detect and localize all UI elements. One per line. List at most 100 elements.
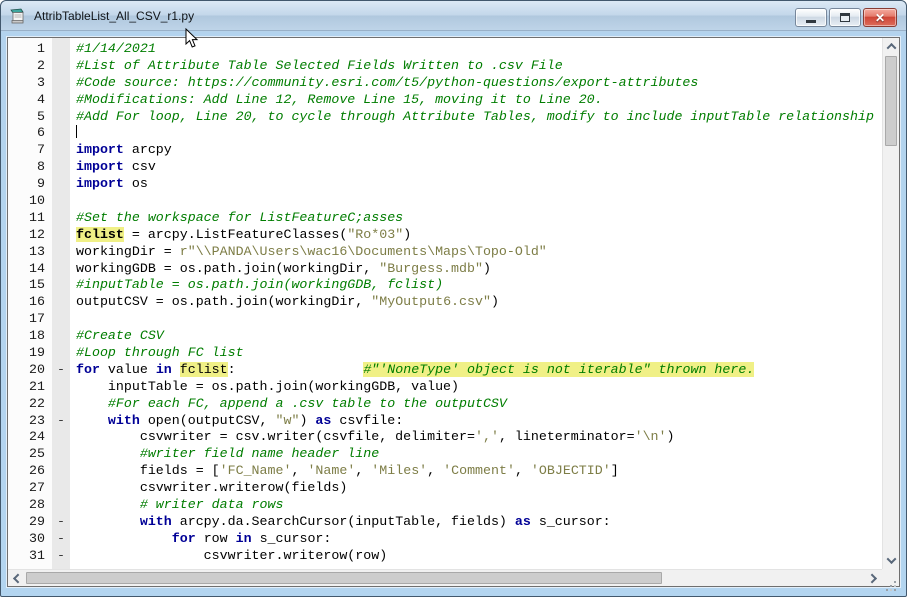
fold-margin-cell [52, 244, 70, 261]
code-line: 15 #inputTable = os.path.join(workingGDB,… [8, 277, 882, 294]
line-number: 12 [29, 226, 45, 242]
fold-margin-cell [52, 176, 70, 193]
fold-margin-cell [52, 463, 70, 480]
line-number: 25 [29, 446, 45, 462]
code-line: 21 inputTable = os.path.join(workingGDB,… [8, 379, 882, 396]
line-number: 13 [29, 243, 45, 259]
line-number: 14 [29, 260, 45, 276]
resize-grip[interactable] [894, 581, 896, 583]
horizontal-scrollbar[interactable] [8, 569, 882, 586]
code-line: 22 #For each FC, append a .csv table to … [8, 396, 882, 413]
scroll-down-button[interactable] [883, 552, 900, 569]
fold-margin-cell [52, 109, 70, 126]
code-line: 4 #Modifications: Add Line 12, Remove Lin… [8, 92, 882, 109]
fold-margin-cell [52, 480, 70, 497]
code-text: workingGDB = os.path.join(workingDir, "B… [76, 260, 491, 276]
line-number: 8 [37, 159, 45, 175]
fold-margin-cell [52, 75, 70, 92]
close-button[interactable]: ✕ [863, 8, 897, 27]
code-text: for value in fclist: #"'NoneType' object… [76, 361, 755, 377]
close-icon: ✕ [874, 10, 886, 25]
fold-margin-cell [52, 92, 70, 109]
fold-marker[interactable]: - [52, 413, 70, 430]
scroll-up-button[interactable] [883, 38, 900, 55]
line-number: 29 [29, 513, 45, 529]
line-number: 2 [37, 57, 45, 73]
line-number: 30 [29, 530, 45, 546]
code-line: 20- for value in fclist: #"'NoneType' obj… [8, 361, 882, 379]
code-line: 7 import arcpy [8, 142, 882, 159]
line-number: 21 [29, 378, 45, 394]
fold-margin-cell [52, 142, 70, 159]
code-line: 10 [8, 193, 882, 210]
code-text: with open(outputCSV, "w") as csvfile: [107, 412, 404, 428]
script-document-icon [10, 8, 24, 23]
code-line: 31- csvwriter.writerow(row) [8, 548, 882, 565]
scroll-right-button[interactable] [865, 570, 882, 587]
line-number: 11 [29, 209, 45, 225]
code-line: 25 #writer field name header line [8, 446, 882, 463]
line-number: 5 [37, 108, 45, 124]
line-number: 31 [29, 547, 45, 563]
fold-marker[interactable]: - [52, 531, 70, 548]
code-line: 16 outputCSV = os.path.join(workingDir, "… [8, 294, 882, 311]
fold-margin-cell [52, 328, 70, 345]
code-line: 26 fields = ['FC_Name', 'Name', 'Miles',… [8, 463, 882, 480]
editor-window: AttribTableList_All_CSV_r1.py ✕ 1 #1/14/2… [0, 0, 907, 597]
code-text: #1/14/2021 [76, 41, 156, 56]
code-text: fclist = arcpy.ListFeatureClasses("Ro*03… [76, 226, 412, 242]
code-text: import os [76, 176, 148, 192]
code-text: #Create CSV [76, 328, 164, 344]
fold-margin-cell [52, 429, 70, 446]
code-line: 1 #1/14/2021 [8, 41, 882, 58]
code-line: 24 csvwriter = csv.writer(csvfile, delim… [8, 429, 882, 446]
fold-margin-cell [52, 446, 70, 463]
fold-margin-cell [52, 497, 70, 514]
vertical-scroll-thumb[interactable] [885, 56, 897, 146]
scroll-left-button[interactable] [8, 570, 25, 587]
fold-marker[interactable]: - [52, 548, 70, 565]
line-number: 6 [37, 125, 45, 141]
code-line: 18 #Create CSV [8, 328, 882, 345]
text-caret [76, 125, 78, 139]
fold-margin-cell [52, 294, 70, 311]
minimize-button[interactable] [795, 8, 827, 27]
code-text: workingDir = r"\\PANDA\Users\wac16\Docum… [76, 243, 547, 259]
code-line: 14 workingGDB = os.path.join(workingDir, … [8, 261, 882, 278]
scrollbar-corner [882, 569, 899, 586]
fold-marker[interactable]: - [52, 362, 70, 379]
title-bar[interactable]: AttribTableList_All_CSV_r1.py ✕ [1, 1, 906, 31]
fold-margin-cell [52, 311, 70, 328]
code-text: #writer field name header line [139, 446, 380, 462]
fold-marker[interactable]: - [52, 514, 70, 531]
fold-margin-cell [52, 159, 70, 176]
code-line: 13 workingDir = r"\\PANDA\Users\wac16\Doc… [8, 244, 882, 261]
code-text: #Set the workspace for ListFeatureC;asse… [76, 209, 404, 225]
code-text: fields = ['FC_Name', 'Name', 'Miles', 'C… [76, 463, 619, 479]
line-number: 10 [29, 193, 45, 209]
code-lines[interactable]: 1 #1/14/2021 2 #List of Attribute Table Sel… [8, 38, 882, 569]
fold-margin-cell [52, 210, 70, 227]
code-text: #Modifications: Add Line 12, Remove Line… [76, 91, 603, 107]
code-text: import csv [76, 159, 156, 175]
code-text: #Code source: https://community.esri.com… [76, 74, 699, 90]
maximize-button[interactable] [829, 8, 861, 27]
horizontal-scroll-thumb[interactable] [26, 572, 662, 584]
line-number: 7 [37, 142, 45, 158]
code-text: csvwriter = csv.writer(csvfile, delimite… [76, 429, 675, 445]
vertical-scrollbar[interactable] [882, 38, 899, 569]
chevron-right-icon [867, 573, 878, 584]
minimize-icon [806, 20, 816, 23]
code-text: #inputTable = os.path.join(workingGDB, f… [76, 277, 444, 293]
code-text: outputCSV = os.path.join(workingDir, "My… [76, 294, 499, 310]
fold-margin-cell [52, 277, 70, 294]
code-text [70, 125, 78, 142]
fold-margin-cell [52, 396, 70, 413]
chevron-down-icon [886, 554, 897, 565]
line-number: 28 [29, 497, 45, 513]
code-line: 8 import csv [8, 159, 882, 176]
line-number: 1 [37, 41, 45, 56]
line-number: 24 [29, 429, 45, 445]
